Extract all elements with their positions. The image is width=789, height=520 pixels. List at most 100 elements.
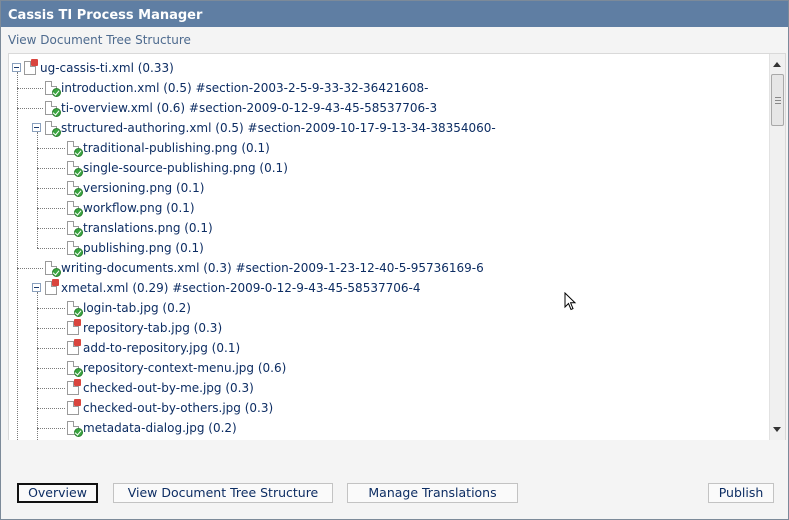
tree-row[interactable]: checked-out-by-me.jpg (0.3) — [9, 378, 749, 398]
tree-row[interactable]: traditional-publishing.png (0.1) — [9, 138, 749, 158]
tree-row[interactable]: writing-documents.xml (0.3) #section-200… — [9, 258, 749, 278]
tree-row[interactable]: single-source-publishing.png (0.1) — [9, 158, 749, 178]
tree-node-label[interactable]: repository-tab.jpg (0.3) — [83, 321, 222, 335]
tree-node[interactable]: structured-authoring.xml (0.5) #section-… — [45, 120, 496, 137]
doc-check-icon — [67, 161, 83, 177]
tree-row[interactable]: add-to-repository.jpg (0.1) — [9, 338, 749, 358]
doc-check-icon — [67, 241, 83, 257]
tree-node[interactable]: checked-out-by-others.jpg (0.3) — [67, 399, 273, 416]
tree-node-label[interactable]: versioning.png (0.1) — [83, 181, 204, 195]
doc-check-icon — [45, 261, 61, 277]
doc-check-icon — [67, 421, 83, 437]
tree-node[interactable]: ti-overview.xml (0.6) #section-2009-0-12… — [45, 100, 437, 117]
doc-check-icon — [67, 201, 83, 217]
doc-check-icon — [67, 301, 83, 317]
tree-connector — [37, 428, 65, 429]
doc-check-icon — [67, 181, 83, 197]
manage-translations-button[interactable]: Manage Translations — [347, 483, 518, 503]
tree-scrollbar[interactable] — [769, 54, 785, 440]
tree-node[interactable]: workflow.png (0.1) — [67, 200, 195, 217]
tree-node-label[interactable]: xmetal.xml (0.29) #section-2009-0-12-9-4… — [61, 281, 420, 295]
collapse-toggle-icon[interactable] — [32, 283, 41, 292]
tree-node[interactable]: metadata-dialog.jpg (0.2) — [67, 420, 237, 437]
tree-row[interactable]: ug-cassis-ti.xml (0.33) — [9, 58, 749, 78]
tree-node-label[interactable]: traditional-publishing.png (0.1) — [83, 141, 270, 155]
tree-connector — [37, 388, 65, 389]
scroll-thumb[interactable] — [771, 74, 784, 126]
tree-node[interactable]: versioning.png (0.1) — [67, 180, 204, 197]
tree-node-label[interactable]: ug-cassis-ti.xml (0.33) — [40, 61, 174, 75]
tree-row[interactable]: translations.png (0.1) — [9, 218, 749, 238]
tree-node-label[interactable]: workflow.png (0.1) — [83, 201, 195, 215]
tree-connector — [37, 248, 65, 249]
tree-guide-line — [37, 292, 38, 440]
tree-connector — [37, 308, 65, 309]
tree-row[interactable]: introduction.xml (0.5) #section-2003-2-5… — [9, 78, 749, 98]
scroll-up-icon[interactable] — [773, 62, 781, 67]
overview-button[interactable]: Overview — [17, 483, 98, 503]
tree-node[interactable]: repository-context-menu.jpg (0.6) — [67, 360, 286, 377]
tree-row[interactable]: repository-context-menu.jpg (0.6) — [9, 358, 749, 378]
tree-node-label[interactable]: structured-authoring.xml (0.5) #section-… — [61, 121, 496, 135]
document-tree: ug-cassis-ti.xml (0.33) introduction.xml … — [9, 54, 767, 440]
tree-node[interactable]: add-to-repository.jpg (0.1) — [67, 339, 240, 356]
doc-red-icon — [45, 279, 59, 295]
doc-check-icon — [45, 121, 61, 137]
tree-node-label[interactable]: repository-context-menu.jpg (0.6) — [83, 361, 286, 375]
tree-guide-line — [17, 72, 18, 440]
tree-connector — [37, 228, 65, 229]
tree-node-label[interactable]: checked-out-by-others.jpg (0.3) — [83, 401, 273, 415]
tree-node[interactable]: single-source-publishing.png (0.1) — [67, 160, 288, 177]
tree-row[interactable]: login-tab.jpg (0.2) — [9, 298, 749, 318]
tree-node[interactable]: checked-out-by-me.jpg (0.3) — [67, 379, 254, 396]
tree-node-label[interactable]: ti-overview.xml (0.6) #section-2009-0-12… — [61, 101, 437, 115]
tree-node[interactable]: login-tab.jpg (0.2) — [67, 300, 191, 317]
tree-node[interactable]: repository-tab.jpg (0.3) — [67, 319, 222, 336]
scroll-down-icon[interactable] — [773, 427, 781, 432]
app-window: Cassis TI Process Manager View Document … — [0, 0, 789, 520]
tree-node-label[interactable]: translations.png (0.1) — [83, 221, 213, 235]
tree-node-label[interactable]: login-tab.jpg (0.2) — [83, 301, 191, 315]
tree-connector — [17, 88, 43, 89]
tree-connector — [37, 208, 65, 209]
tree-node-label[interactable]: add-to-repository.jpg (0.1) — [83, 341, 240, 355]
view-tree-button[interactable]: View Document Tree Structure — [113, 483, 333, 503]
tree-row[interactable]: checked-out-by-others.jpg (0.3) — [9, 398, 749, 418]
tree-node[interactable]: xmetal.xml (0.29) #section-2009-0-12-9-4… — [45, 279, 420, 296]
tree-node[interactable]: translations.png (0.1) — [67, 220, 213, 237]
tree-row[interactable]: repository-tab.jpg (0.3) — [9, 318, 749, 338]
tree-node-label[interactable]: introduction.xml (0.5) #section-2003-2-5… — [61, 81, 428, 95]
tree-connector — [17, 268, 43, 269]
tree-row[interactable]: versioning.png (0.1) — [9, 178, 749, 198]
tree-connector — [37, 328, 65, 329]
doc-red-icon — [67, 399, 81, 415]
publish-button[interactable]: Publish — [708, 483, 774, 503]
tree-node-label[interactable]: publishing.png (0.1) — [83, 241, 204, 255]
window-title: Cassis TI Process Manager — [1, 1, 788, 27]
tree-node[interactable]: traditional-publishing.png (0.1) — [67, 140, 270, 157]
tree-node[interactable]: writing-documents.xml (0.3) #section-200… — [45, 260, 484, 277]
tree-connector — [37, 408, 65, 409]
mouse-cursor-icon — [564, 292, 577, 311]
tree-row[interactable]: xmetal.xml (0.29) #section-2009-0-12-9-4… — [9, 278, 749, 298]
tree-node[interactable]: introduction.xml (0.5) #section-2003-2-5… — [45, 80, 428, 97]
tree-connector — [37, 168, 65, 169]
collapse-toggle-icon[interactable] — [12, 63, 21, 72]
tree-node-label[interactable]: writing-documents.xml (0.3) #section-200… — [61, 261, 484, 275]
tree-connector — [37, 368, 65, 369]
collapse-toggle-icon[interactable] — [32, 123, 41, 132]
tree-node-label[interactable]: checked-out-by-me.jpg (0.3) — [83, 381, 254, 395]
document-tree-panel: ug-cassis-ti.xml (0.33) introduction.xml … — [8, 53, 786, 440]
tree-node[interactable]: publishing.png (0.1) — [67, 240, 204, 257]
tree-node[interactable]: ug-cassis-ti.xml (0.33) — [24, 59, 174, 76]
doc-red-icon — [67, 319, 81, 335]
tree-connector — [37, 348, 65, 349]
doc-check-icon — [45, 101, 61, 117]
tree-row[interactable]: workflow.png (0.1) — [9, 198, 749, 218]
tree-row[interactable]: publishing.png (0.1) — [9, 238, 749, 258]
tree-node-label[interactable]: single-source-publishing.png (0.1) — [83, 161, 288, 175]
tree-node-label[interactable]: metadata-dialog.jpg (0.2) — [83, 421, 237, 435]
tree-row[interactable]: metadata-dialog.jpg (0.2) — [9, 418, 749, 438]
tree-row[interactable]: structured-authoring.xml (0.5) #section-… — [9, 118, 749, 138]
tree-row[interactable]: ti-overview.xml (0.6) #section-2009-0-12… — [9, 98, 749, 118]
